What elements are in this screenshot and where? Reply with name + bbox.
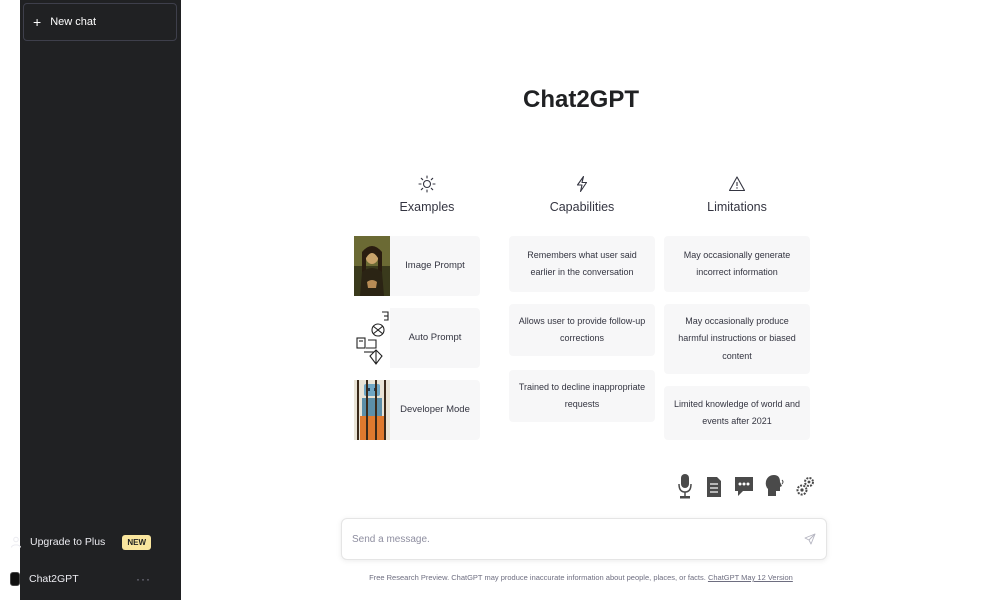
capabilities-title: Capabilities: [549, 200, 615, 214]
capability-card: Allows user to provide follow-up correct…: [509, 304, 655, 356]
limitations-column: Limitations May occasionally generate in…: [664, 172, 810, 440]
footer-text: Free Research Preview. ChatGPT may produ…: [369, 573, 708, 582]
capability-card: Remembers what user said earlier in the …: [509, 236, 655, 292]
document-icon[interactable]: [705, 472, 723, 500]
microphone-icon[interactable]: [676, 472, 694, 500]
plus-icon: +: [33, 14, 42, 30]
warning-icon: [728, 176, 746, 192]
voice-head-icon[interactable]: [765, 472, 785, 500]
footer-disclaimer: Free Research Preview. ChatGPT may produ…: [281, 573, 881, 582]
robot-prison-thumbnail: [354, 380, 390, 440]
input-toolbar: [676, 470, 816, 502]
mona-lisa-thumbnail: [354, 236, 390, 296]
send-icon[interactable]: [804, 533, 816, 545]
upgrade-to-plus-button[interactable]: Upgrade to Plus NEW: [0, 524, 161, 560]
more-options-icon[interactable]: ···: [136, 572, 151, 586]
sidebar: + New chat: [20, 0, 181, 600]
upgrade-label: Upgrade to Plus: [30, 536, 106, 548]
new-chat-label: New chat: [50, 16, 97, 28]
settings-gears-icon[interactable]: [796, 472, 816, 500]
message-input-box: [341, 518, 827, 560]
account-name: Chat2GPT: [29, 573, 79, 585]
message-input[interactable]: [352, 533, 804, 545]
example-label: Image Prompt: [405, 259, 465, 271]
capabilities-column: Capabilities Remembers what user said ea…: [509, 172, 655, 422]
new-chat-button[interactable]: + New chat: [23, 3, 177, 41]
example-image-prompt[interactable]: Image Prompt: [354, 236, 480, 296]
example-label: Auto Prompt: [408, 331, 462, 343]
robot-sketch-thumbnail: [354, 308, 390, 368]
main-panel: Chat2GPT Examples Image Prompt Auto Prom…: [181, 0, 1000, 600]
example-label: Developer Mode: [400, 403, 470, 415]
account-menu[interactable]: Chat2GPT ···: [0, 561, 161, 597]
limitations-title: Limitations: [707, 200, 767, 214]
example-auto-prompt[interactable]: Auto Prompt: [354, 308, 480, 368]
limitation-card: May occasionally generate incorrect info…: [664, 236, 810, 292]
examples-column: Examples Image Prompt Auto Prompt Develo…: [354, 172, 500, 440]
limitation-card: Limited knowledge of world and events af…: [664, 386, 810, 440]
capability-card: Trained to decline inappropriate request…: [509, 370, 655, 422]
lightning-icon: [576, 175, 588, 193]
examples-title: Examples: [399, 200, 455, 214]
user-icon: [11, 536, 21, 548]
sun-icon: [418, 175, 436, 193]
avatar: [10, 572, 20, 586]
chat-bubble-icon[interactable]: [734, 472, 754, 500]
left-gutter: [0, 0, 20, 600]
example-developer-mode[interactable]: Developer Mode: [354, 380, 480, 440]
version-link[interactable]: ChatGPT May 12 Version: [708, 573, 793, 582]
limitation-card: May occasionally produce harmful instruc…: [664, 304, 810, 374]
page-title: Chat2GPT: [522, 86, 639, 113]
new-badge: NEW: [122, 534, 151, 550]
